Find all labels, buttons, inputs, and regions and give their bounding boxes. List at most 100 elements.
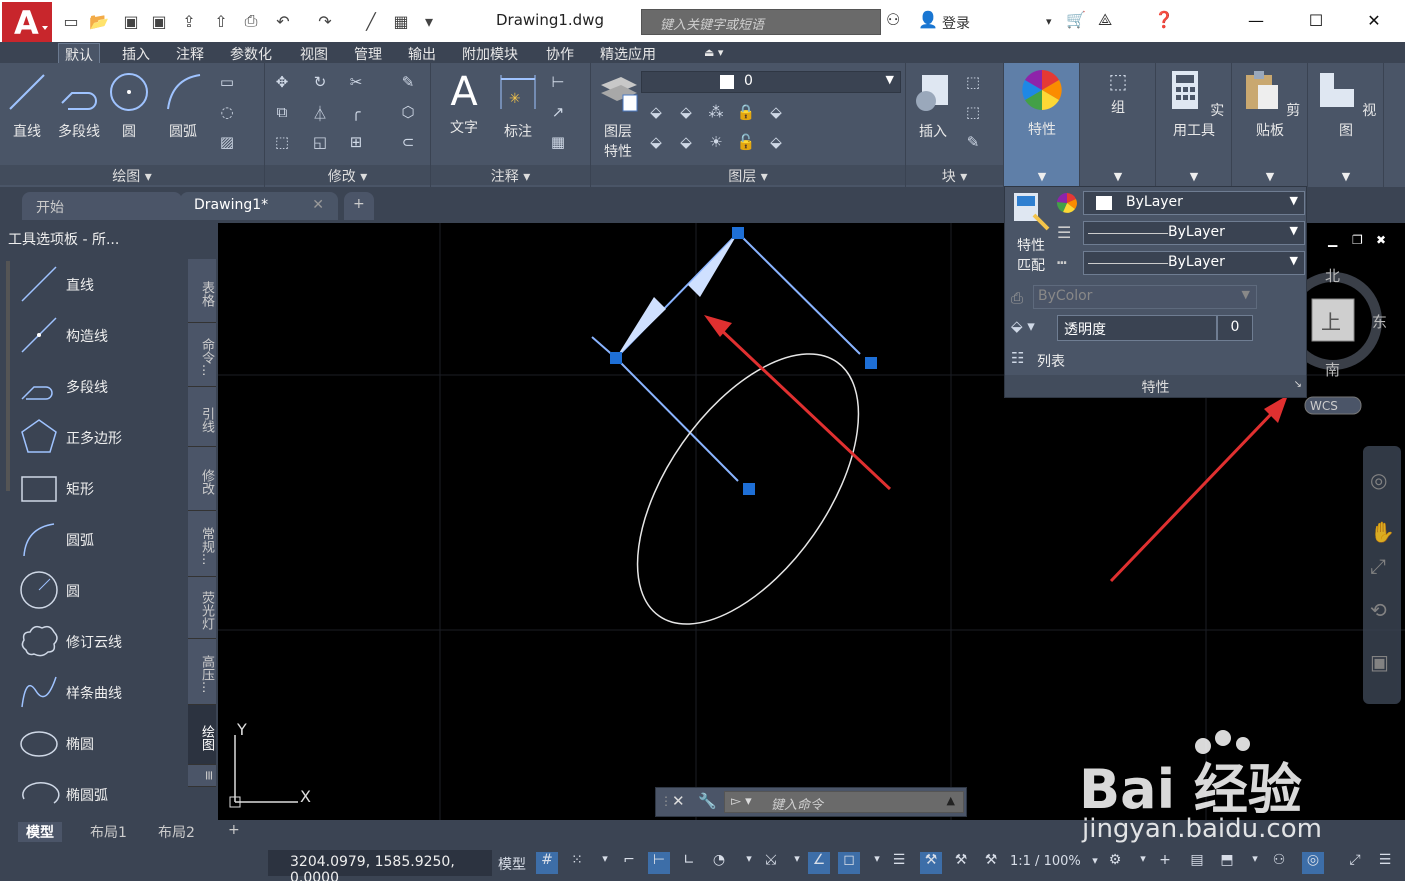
- grip-top[interactable]: [732, 227, 744, 239]
- utilities-tool[interactable]: 实用工具: [1160, 69, 1228, 140]
- array-icon[interactable]: ⊞: [345, 133, 367, 153]
- block-panel-title[interactable]: 块 ▾: [906, 165, 1003, 185]
- move-icon[interactable]: ✥: [271, 73, 293, 93]
- tab-parametric[interactable]: 参数化: [224, 43, 278, 63]
- layer-copy-icon[interactable]: ⬙: [675, 133, 697, 153]
- auto-scale-icon[interactable]: ⚒: [950, 852, 972, 874]
- layout-tab-layout1[interactable]: 布局1: [82, 822, 135, 842]
- palette-item-rectangle[interactable]: 矩形: [18, 467, 188, 513]
- layer-properties-tool[interactable]: 图层 特性: [595, 71, 641, 161]
- linetype-dropdown[interactable]: ByLayer ▼: [1083, 251, 1305, 275]
- zoom-extents-icon[interactable]: ⤢: [1370, 554, 1386, 578]
- osnap-dropdown-icon[interactable]: ▾: [866, 852, 888, 874]
- palette-item-polyline[interactable]: 多段线: [18, 365, 188, 411]
- annotation-visibility-icon[interactable]: ⚒: [920, 852, 942, 874]
- save-web-icon[interactable]: ⇧: [210, 10, 232, 32]
- save-icon[interactable]: ▣: [120, 10, 142, 32]
- transparency-icon[interactable]: ⬙ ▾: [1011, 317, 1035, 335]
- plot-icon[interactable]: ⎙: [240, 10, 262, 32]
- binoculars-icon[interactable]: ⚇: [886, 10, 900, 29]
- draw-panel-title[interactable]: 绘图 ▾: [0, 165, 264, 185]
- tool-palette-title[interactable]: 工具选项板 - 所...: [8, 229, 119, 249]
- isometric-icon[interactable]: ⤩: [760, 852, 782, 874]
- grid-toggle-icon[interactable]: #: [536, 852, 558, 874]
- polyline-tool[interactable]: 多段线: [54, 71, 104, 141]
- workspace-gear-icon[interactable]: ⚙: [1104, 852, 1126, 874]
- scale-dropdown-icon[interactable]: ▾: [1084, 854, 1106, 876]
- tab-annotate[interactable]: 注释: [170, 43, 210, 63]
- steering-wheel-icon[interactable]: ◎: [1370, 468, 1387, 492]
- block-attribute-icon[interactable]: ✎: [962, 133, 984, 153]
- properties-panel-button[interactable]: 特性 ▼: [1004, 63, 1080, 187]
- clean-screen-icon[interactable]: ⤢: [1344, 852, 1366, 874]
- palette-tab-general[interactable]: 常规...: [188, 511, 216, 577]
- infer-constraints-icon[interactable]: ⌐: [618, 852, 640, 874]
- tab-collaborate[interactable]: 协作: [540, 43, 580, 63]
- add-layout-icon[interactable]: +: [220, 822, 248, 842]
- table-icon[interactable]: ▦: [547, 133, 569, 153]
- command-history-icon[interactable]: ▲: [947, 794, 955, 807]
- tab-insert[interactable]: 插入: [116, 43, 156, 63]
- model-space-toggle[interactable]: 模型: [498, 854, 526, 876]
- annotation-scale-icon[interactable]: ⚒: [980, 852, 1002, 874]
- dialog-launcher-icon[interactable]: ↘: [1294, 379, 1302, 390]
- viewcube-south[interactable]: 南: [1325, 361, 1340, 379]
- customize-wrench-icon[interactable]: 🔧: [698, 792, 717, 810]
- layer-merge-icon[interactable]: ⬙: [765, 133, 787, 153]
- palette-item-spline[interactable]: 样条曲线: [18, 671, 188, 717]
- file-tab-drawing1[interactable]: Drawing1* ✕: [180, 192, 338, 220]
- view-expand-icon[interactable]: ▼: [1308, 170, 1384, 183]
- layout-tab-model[interactable]: 模型: [18, 822, 62, 842]
- polar-tracking-icon[interactable]: ◔: [708, 852, 730, 874]
- redo-icon[interactable]: ↷: [314, 10, 336, 32]
- grip-bottom[interactable]: [743, 483, 755, 495]
- grip-left[interactable]: [610, 352, 622, 364]
- coordinates-readout[interactable]: 3204.0979, 1585.9250, 0.0000: [268, 850, 492, 881]
- close-button[interactable]: ✕: [1354, 8, 1394, 32]
- fillet-icon[interactable]: ╭: [345, 103, 367, 123]
- properties-expand-icon[interactable]: ▼: [1004, 170, 1080, 183]
- transparency-label-field[interactable]: 透明度: [1057, 315, 1217, 341]
- palette-item-construction-line[interactable]: 构造线: [18, 314, 188, 360]
- layer-dropdown[interactable]: 0 ▼: [641, 71, 901, 93]
- maximize-button[interactable]: ☐: [1296, 8, 1336, 32]
- isometric-dropdown-icon[interactable]: ▾: [786, 852, 808, 874]
- close-tab-icon[interactable]: ✕: [312, 197, 324, 213]
- tab-addins[interactable]: 附加模块: [456, 43, 524, 63]
- layers-panel-title[interactable]: 图层 ▾: [591, 165, 905, 185]
- group-tool[interactable]: ⬚ 组: [1094, 69, 1142, 117]
- layer-isolate-icon[interactable]: ⁂: [705, 103, 727, 123]
- rectangle-icon[interactable]: ▭: [216, 73, 238, 93]
- help-icon[interactable]: ❓: [1154, 10, 1174, 29]
- open-web-icon[interactable]: ⇪: [178, 10, 200, 32]
- tab-view[interactable]: 视图: [294, 43, 334, 63]
- undo-icon[interactable]: ↶: [272, 10, 294, 32]
- view-tool[interactable]: 视图: [1312, 69, 1380, 140]
- object-snap-icon[interactable]: ◻: [838, 852, 860, 874]
- copy-icon[interactable]: ⧉: [271, 103, 293, 123]
- create-block-icon[interactable]: ⬚: [962, 73, 984, 93]
- list-button[interactable]: 列表: [1037, 351, 1065, 371]
- viewcube-east[interactable]: 东: [1372, 313, 1387, 331]
- orbit-icon[interactable]: ⟲: [1370, 598, 1387, 622]
- viewport-minimize-icon[interactable]: ▁: [1328, 233, 1337, 247]
- transparency-value-input[interactable]: 0: [1217, 315, 1253, 341]
- layer-unlock-icon[interactable]: 🔓: [735, 133, 757, 153]
- workspace-dropdown-icon[interactable]: ▾: [1132, 852, 1154, 874]
- palette-tab-more[interactable]: ≡: [188, 765, 216, 787]
- clipboard-expand-icon[interactable]: ▼: [1232, 170, 1308, 183]
- tab-output[interactable]: 输出: [402, 43, 442, 63]
- utilities-expand-icon[interactable]: ▼: [1156, 170, 1232, 183]
- workspace-icon[interactable]: ▦: [390, 10, 412, 32]
- units-icon[interactable]: ▤: [1186, 852, 1208, 874]
- layout-tab-layout2[interactable]: 布局2: [150, 822, 203, 842]
- open-folder-icon[interactable]: 📂: [88, 10, 110, 32]
- stretch-icon[interactable]: ⬚: [271, 133, 293, 153]
- palette-tab-leaders[interactable]: 引线: [188, 387, 216, 447]
- scale-icon[interactable]: ◱: [309, 133, 331, 153]
- palette-tab-high-voltage[interactable]: 高压...: [188, 639, 216, 705]
- offset-icon[interactable]: ⊂: [397, 133, 419, 153]
- quick-props-dropdown-icon[interactable]: ▾: [1244, 852, 1266, 874]
- viewcube-north[interactable]: 北: [1325, 267, 1340, 285]
- palette-item-arc[interactable]: 圆弧: [18, 518, 188, 564]
